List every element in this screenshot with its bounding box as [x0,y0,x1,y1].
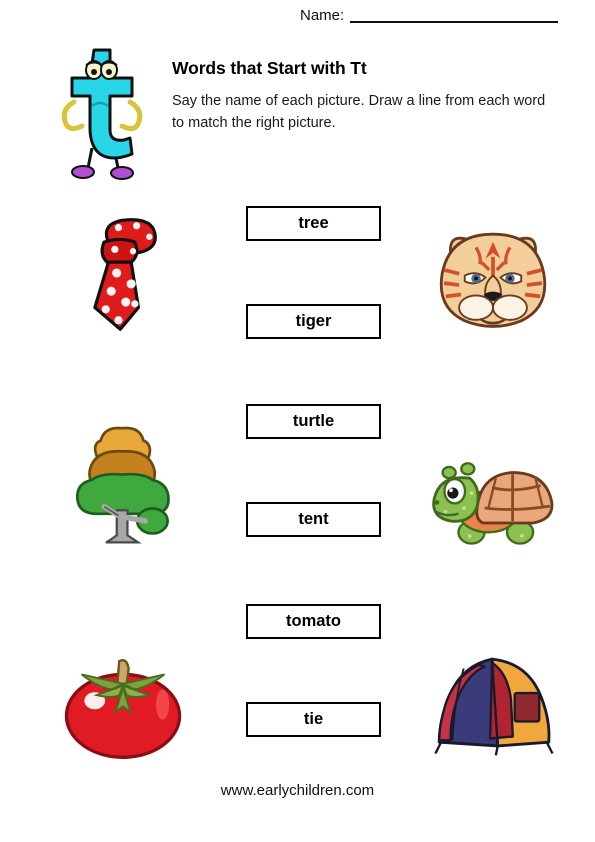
page-title: Words that Start with Tt [172,58,367,78]
instructions-text: Say the name of each picture. Draw a lin… [172,93,546,131]
website-url: www.earlychildren.com [220,782,375,799]
footer: www.earlychildren.com [0,782,595,800]
turtle-picture [410,426,575,576]
word-box[interactable]: tomato [246,604,381,639]
letter-t-character-icon [52,44,148,184]
word-label: turtle [292,412,335,431]
word-box[interactable]: turtle [246,404,381,439]
exercise-row: tree tiger [0,192,595,382]
name-input-blank[interactable] [350,8,559,23]
word-label: tiger [295,312,332,331]
exercise-row: tomato tie [0,590,595,780]
exercise-row: turtle tent [0,390,595,580]
word-label: tent [298,510,329,529]
tent-picture [410,628,575,778]
word-label: tie [303,710,324,729]
header-text-block: Words that Start with Tt Say the name of… [172,58,562,135]
word-box[interactable]: tent [246,502,381,537]
tie-picture [48,198,198,348]
word-box[interactable]: tiger [246,304,381,339]
tomato-picture [48,630,198,780]
matching-exercise-board: tree tiger turtle tent tomato tie [0,192,595,762]
name-field-row: Name: [300,7,559,24]
word-label: tree [298,214,329,233]
tree-picture [48,408,198,558]
word-label: tomato [286,612,341,631]
word-box[interactable]: tie [246,702,381,737]
word-box[interactable]: tree [246,206,381,241]
name-label: Name: [300,7,345,24]
tiger-picture [410,202,575,352]
